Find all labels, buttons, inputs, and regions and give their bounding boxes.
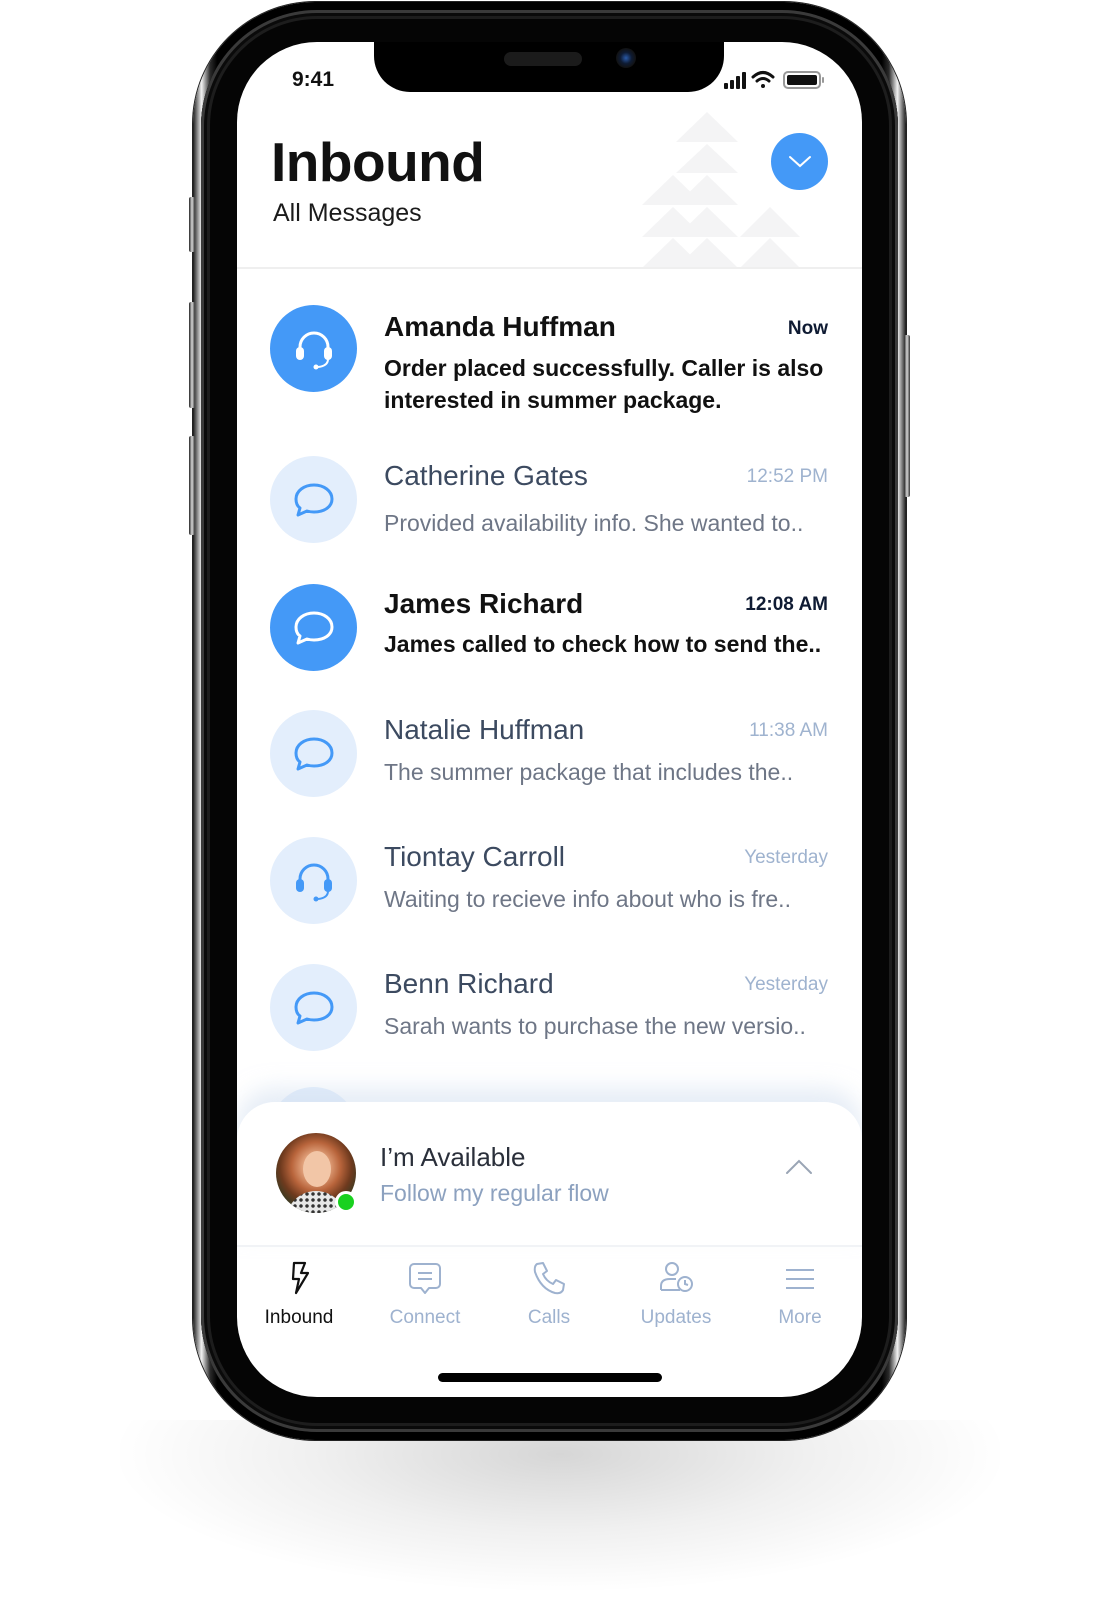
message-preview: The summer package that includes the.. (384, 759, 794, 785)
tabbar-divider (237, 1245, 862, 1247)
tab-inbound[interactable]: Inbound (244, 1252, 354, 1342)
tab-bar: Inbound Connect Calls Updates More (237, 1252, 862, 1342)
volume-down-button (189, 436, 195, 535)
speaker-grille (504, 52, 582, 66)
message-time: Now (787, 318, 828, 339)
message-preview: Provided availability info. She wanted t… (384, 510, 804, 536)
online-status-dot (335, 1191, 357, 1213)
message-time: 12:52 PM (746, 466, 828, 487)
chat-bubble-icon (294, 483, 333, 516)
page-title: Inbound (271, 131, 485, 193)
tab-connect[interactable]: Connect (370, 1252, 480, 1342)
tab-label: Inbound (264, 1307, 334, 1328)
message-row[interactable]: James Richard 12:08 AM James called to c… (237, 584, 862, 694)
user-clock-icon (660, 1262, 693, 1292)
message-preview: Order placed successfully. Caller is als… (384, 355, 824, 413)
silent-switch (189, 197, 195, 252)
message-sender: Natalie Huffman (384, 714, 585, 745)
lightning-icon (291, 1261, 310, 1295)
message-time: 12:08 AM (745, 594, 828, 615)
side-button (904, 335, 910, 497)
menu-icon (786, 1269, 814, 1289)
front-camera (616, 48, 636, 68)
notch (374, 42, 724, 92)
message-square-icon (409, 1263, 441, 1294)
availability-title: I’m Available (380, 1142, 526, 1172)
headset-icon (295, 863, 332, 901)
tab-label: Connect (389, 1307, 461, 1328)
message-preview: Sarah wants to purchase the new versio.. (384, 1013, 806, 1039)
tab-label: More (778, 1307, 822, 1328)
message-avatar (270, 584, 357, 671)
message-sender: Amanda Huffman (384, 311, 616, 342)
message-row[interactable]: Catherine Gates 12:52 PM Provided availa… (237, 456, 862, 566)
message-sender: James Richard (384, 588, 584, 619)
phone-icon (533, 1262, 565, 1295)
wifi-icon (751, 71, 775, 88)
message-avatar (270, 964, 357, 1051)
message-sender: Tiontay Carroll (384, 841, 566, 872)
chevron-up-icon[interactable] (785, 1157, 813, 1177)
agent-photo-face (303, 1151, 331, 1187)
header-divider (237, 267, 862, 269)
phone-shadow (120, 1420, 1000, 1590)
chat-bubble-icon (294, 991, 333, 1024)
message-time: Yesterday (744, 974, 828, 995)
battery-icon (783, 71, 824, 89)
message-row[interactable]: Tiontay Carroll Yesterday Waiting to rec… (237, 837, 862, 947)
chat-bubble-icon (294, 611, 333, 644)
tab-calls[interactable]: Calls (494, 1252, 604, 1342)
tab-more[interactable]: More (745, 1252, 855, 1342)
message-avatar (270, 837, 357, 924)
status-icons (724, 71, 824, 89)
tab-label: Updates (640, 1307, 712, 1328)
tab-label: Calls (527, 1307, 571, 1328)
message-preview: Waiting to recieve info about who is fre… (384, 886, 791, 912)
message-row[interactable]: Amanda Huffman Now Order placed successf… (237, 305, 862, 415)
availability-panel[interactable]: I’m Available Follow my regular flow (237, 1102, 862, 1247)
message-time: Yesterday (744, 847, 828, 868)
message-time: 11:38 AM (749, 720, 828, 741)
message-avatar (270, 305, 357, 392)
page-subtitle[interactable]: All Messages (273, 199, 422, 228)
message-avatar (270, 710, 357, 797)
status-time: 9:41 (292, 68, 335, 91)
message-sender: Benn Richard (384, 968, 554, 999)
message-row[interactable]: Natalie Huffman 11:38 AM The summer pack… (237, 710, 862, 820)
message-avatar (270, 456, 357, 543)
message-sender: Catherine Gates (384, 460, 588, 491)
home-indicator[interactable] (438, 1373, 662, 1382)
chat-bubble-icon (294, 737, 333, 770)
availability-subtitle: Follow my regular flow (380, 1180, 609, 1206)
cellular-signal-icon (724, 72, 746, 89)
chevron-down-icon (788, 155, 811, 167)
phone-screen: 9:41 Inbound All Messages Amanda Huffman… (237, 42, 862, 1397)
message-row[interactable]: Benn Richard Yesterday Sarah wants to pu… (237, 964, 862, 1074)
headset-icon (295, 331, 332, 369)
filter-dropdown-button[interactable] (771, 133, 828, 190)
message-preview: James called to check how to send the.. (384, 631, 822, 657)
volume-up-button (189, 302, 195, 408)
tab-updates[interactable]: Updates (621, 1252, 731, 1342)
